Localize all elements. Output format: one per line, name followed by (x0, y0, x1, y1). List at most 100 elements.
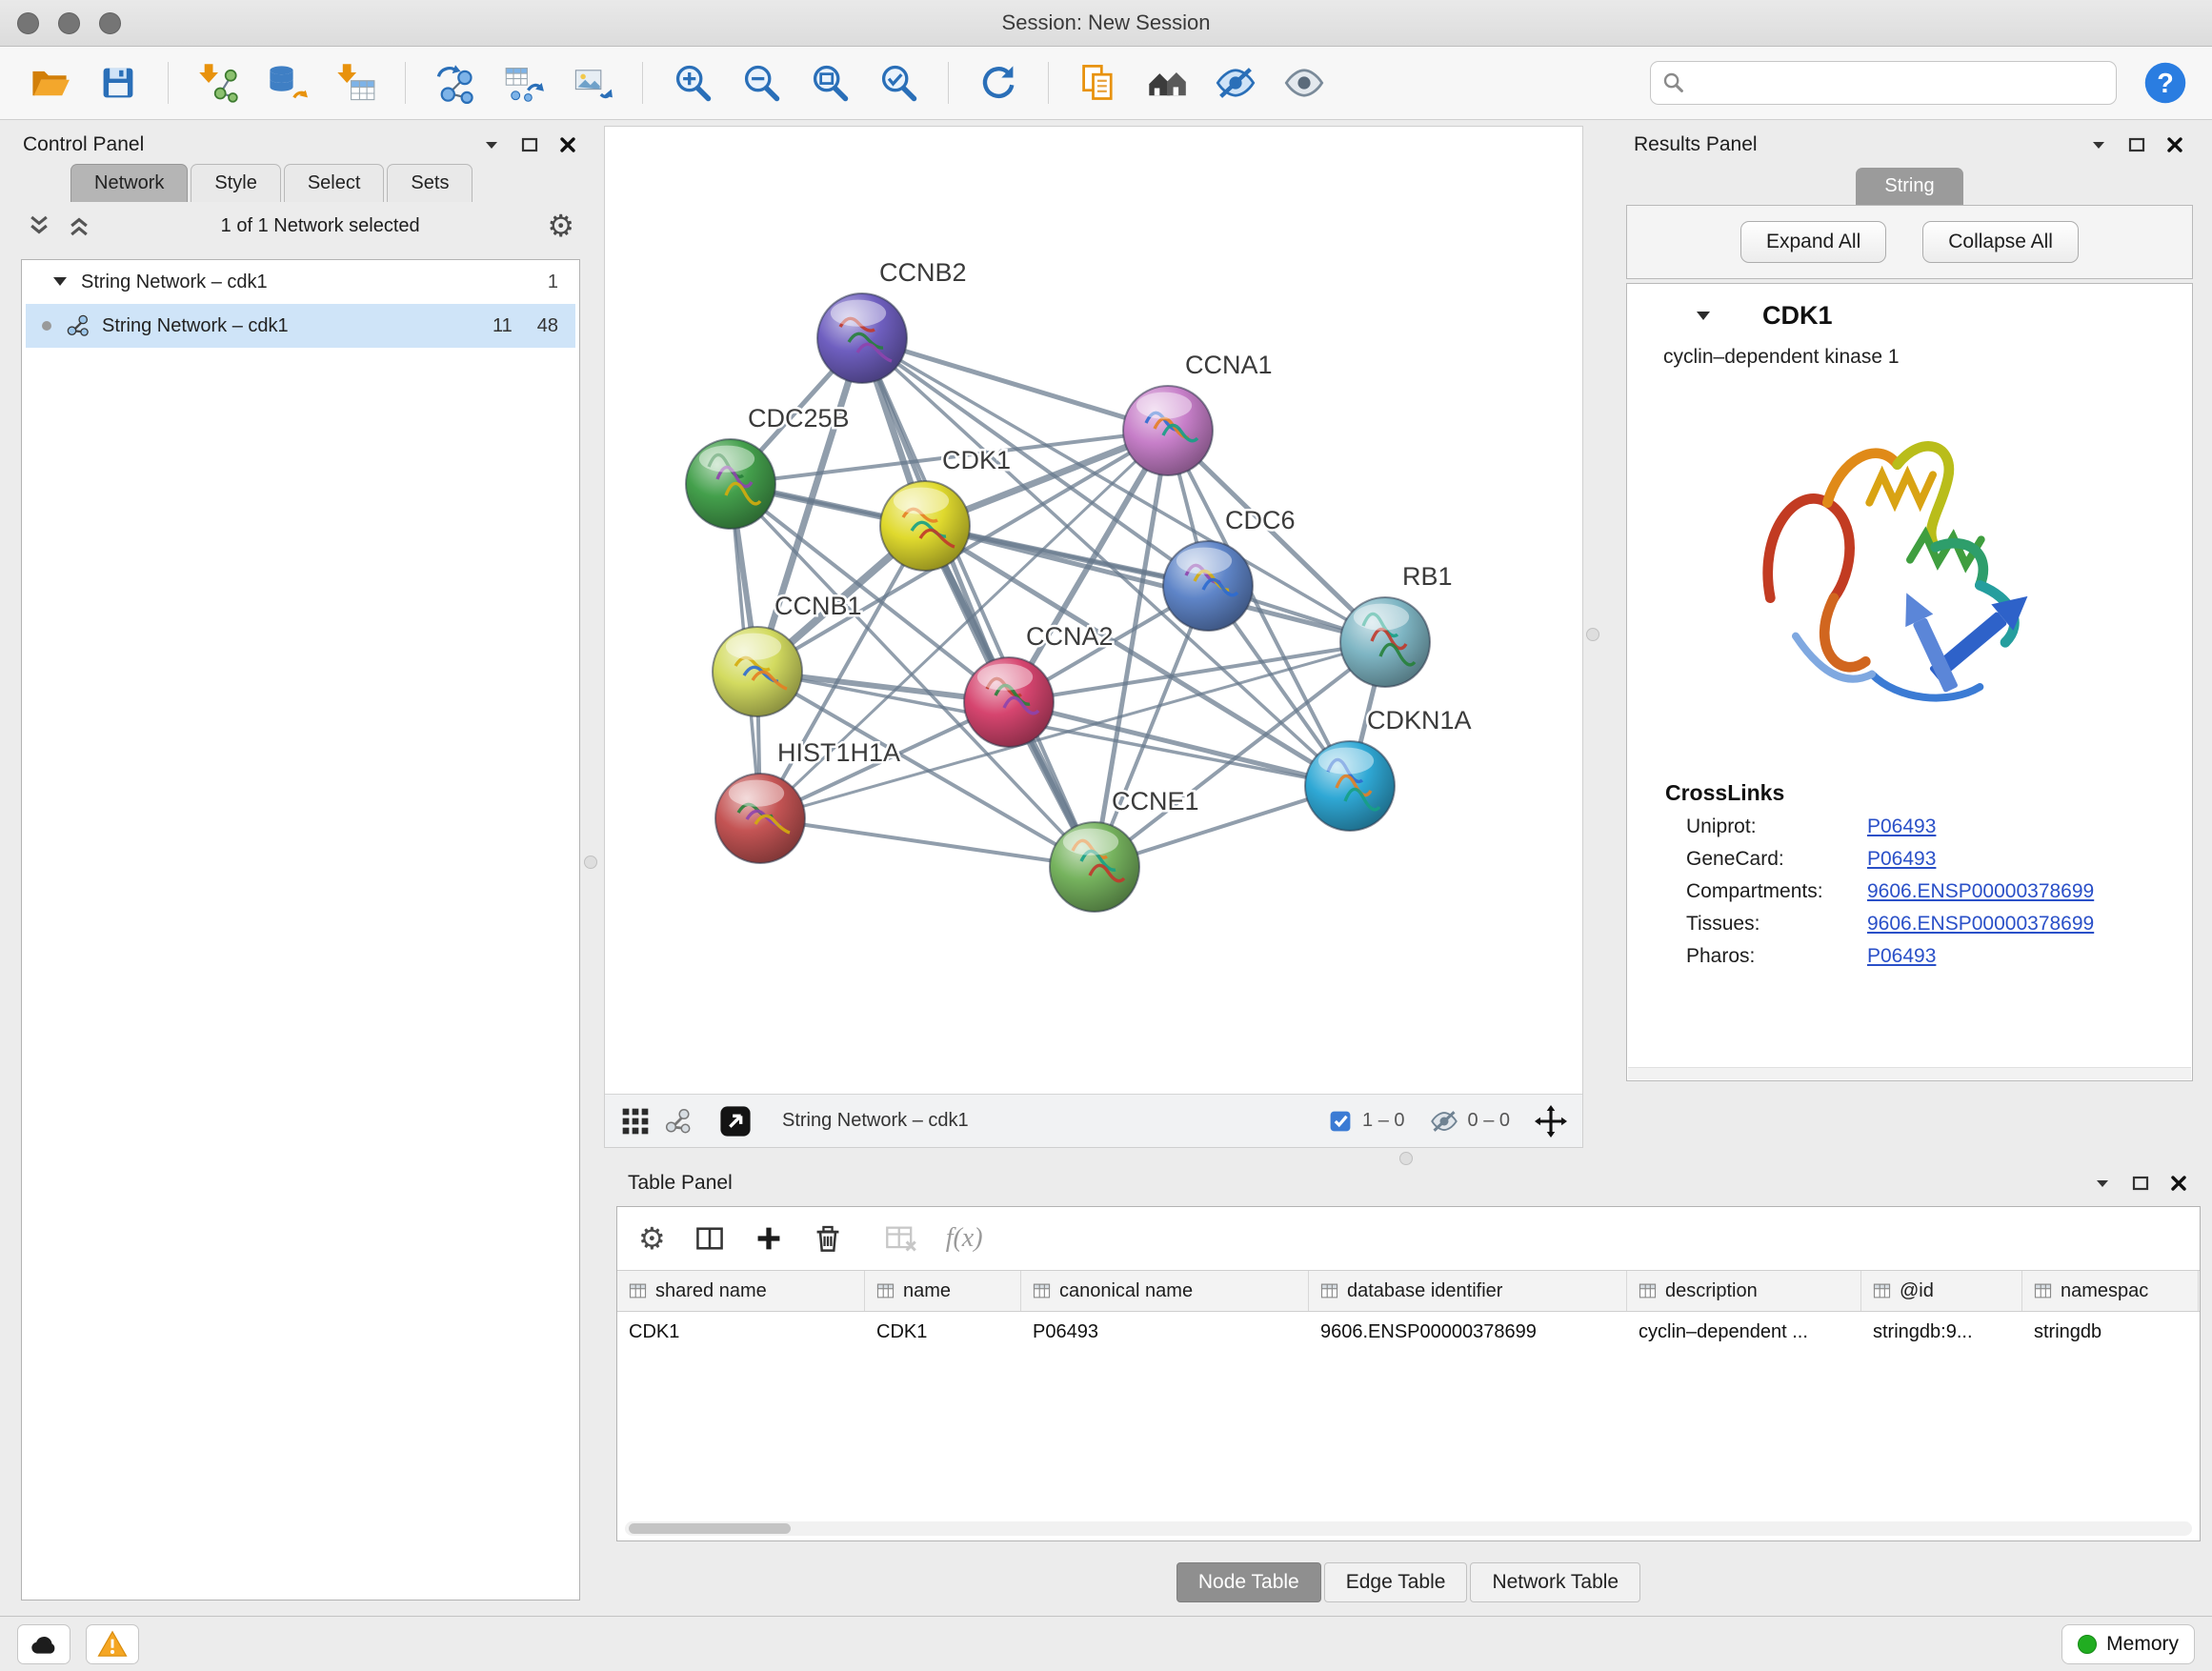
bottom-splitter-handle[interactable] (1399, 1152, 1413, 1165)
import-table-icon[interactable] (327, 54, 384, 111)
protein-structure-image (1627, 382, 2192, 763)
tab-edge-table[interactable]: Edge Table (1324, 1562, 1468, 1602)
column-header-canonical-name[interactable]: canonical name (1021, 1271, 1309, 1311)
warning-icon[interactable] (86, 1624, 139, 1664)
node-CCNB1[interactable]: CCNB1 (713, 592, 862, 716)
cloud-icon[interactable] (17, 1624, 70, 1664)
node-RB1[interactable]: RB1 (1340, 562, 1453, 687)
table-cell[interactable]: stringdb:9... (1861, 1312, 2022, 1352)
node-label: HIST1H1A (777, 738, 900, 767)
network-collection-row[interactable]: String Network – cdk1 1 (22, 260, 579, 304)
import-table-database-icon[interactable] (258, 54, 315, 111)
node-CDKN1A[interactable]: CDKN1A (1305, 706, 1472, 831)
network-edge[interactable] (862, 338, 1168, 431)
column-header-description[interactable]: description (1627, 1271, 1861, 1311)
results-scrollbar[interactable] (1628, 1067, 2191, 1079)
results-panel-float-icon[interactable] (2126, 134, 2147, 155)
crosslink-link[interactable]: 9606.ENSP00000378699 (1867, 913, 2094, 936)
network-edge[interactable] (862, 338, 1095, 867)
export-image-icon[interactable] (564, 54, 621, 111)
grid-view-icon[interactable] (620, 1106, 651, 1137)
crosslink-link[interactable]: P06493 (1867, 815, 1936, 838)
results-panel-collapse-icon[interactable] (2088, 134, 2109, 155)
help-button[interactable]: ? (2142, 58, 2191, 108)
collapse-all-button[interactable]: Collapse All (1922, 221, 2079, 263)
delete-column-icon[interactable] (813, 1223, 843, 1254)
results-panel-close-icon[interactable] (2164, 134, 2185, 155)
birdseye-view-button[interactable] (719, 1105, 752, 1137)
crosslink-link[interactable]: P06493 (1867, 848, 1936, 871)
column-header-namespac[interactable]: namespac (2022, 1271, 2199, 1311)
table-horizontal-scrollbar[interactable] (625, 1521, 2192, 1536)
pan-crosshair-icon[interactable] (1535, 1105, 1567, 1137)
hide-graphics-icon[interactable] (1207, 54, 1264, 111)
collapse-all-networks-icon[interactable] (67, 212, 93, 239)
column-label: namespac (2061, 1280, 2148, 1302)
network-row-selected[interactable]: String Network – cdk1 11 48 (26, 304, 575, 348)
clipboard-documents-icon[interactable] (1070, 54, 1127, 111)
zoom-out-icon[interactable] (733, 54, 790, 111)
network-from-table-icon[interactable] (495, 54, 553, 111)
expand-all-button[interactable]: Expand All (1740, 221, 1886, 263)
tab-node-table[interactable]: Node Table (1176, 1562, 1321, 1602)
section-caret-icon[interactable] (1694, 307, 1713, 326)
column-type-icon (1320, 1283, 1338, 1299)
tab-network-table[interactable]: Network Table (1470, 1562, 1640, 1602)
tab-sets[interactable]: Sets (387, 164, 473, 202)
table-row[interactable]: CDK1CDK1P064939606.ENSP00000378699cyclin… (617, 1312, 2200, 1352)
table-cell[interactable]: 9606.ENSP00000378699 (1309, 1312, 1627, 1352)
node-CCNE1[interactable]: CCNE1 (1050, 787, 1199, 912)
table-cell[interactable]: stringdb (2022, 1312, 2199, 1352)
save-session-icon[interactable] (90, 54, 147, 111)
network-edge[interactable] (760, 818, 1095, 867)
node-CCNA1[interactable]: CCNA1 (1123, 351, 1273, 475)
tree-expander-icon[interactable] (50, 272, 70, 292)
table-settings-gear-icon[interactable]: ⚙ (638, 1223, 666, 1254)
refresh-layout-icon[interactable] (970, 54, 1027, 111)
tab-network[interactable]: Network (70, 164, 188, 202)
show-columns-icon[interactable] (694, 1223, 725, 1254)
hidden-eye-icon (1430, 1107, 1458, 1136)
search-input[interactable] (1693, 71, 2104, 95)
node-HIST1H1A[interactable]: HIST1H1A (715, 738, 900, 863)
crosslink-row: GeneCard:P06493 (1627, 838, 2192, 871)
memory-button[interactable]: Memory (2061, 1624, 2195, 1664)
houses-icon[interactable] (1138, 54, 1196, 111)
function-builder-icon[interactable]: f(x) (946, 1223, 983, 1254)
network-edge[interactable] (925, 526, 1385, 642)
column-header-name[interactable]: name (865, 1271, 1021, 1311)
expand-all-networks-icon[interactable] (27, 212, 53, 239)
table-cell[interactable]: CDK1 (865, 1312, 1021, 1352)
left-splitter-handle[interactable] (584, 856, 597, 869)
show-graphics-icon[interactable] (1276, 54, 1333, 111)
control-panel-collapse-icon[interactable] (481, 134, 502, 155)
zoom-selected-icon[interactable] (870, 54, 927, 111)
table-panel-collapse-icon[interactable] (2092, 1173, 2113, 1194)
table-cell[interactable]: P06493 (1021, 1312, 1309, 1352)
column-header--id[interactable]: @id (1861, 1271, 2022, 1311)
open-session-icon[interactable] (21, 54, 78, 111)
network-canvas[interactable]: CCNB2 CCNA1 CDC25B CDK1 CDC6 RB1 (605, 127, 1582, 1094)
zoom-fit-icon[interactable] (801, 54, 858, 111)
import-network-icon[interactable] (190, 54, 247, 111)
right-splitter-handle[interactable] (1586, 628, 1599, 641)
tab-select[interactable]: Select (284, 164, 385, 202)
new-network-icon[interactable] (427, 54, 484, 111)
column-header-shared-name[interactable]: shared name (617, 1271, 865, 1311)
scrollbar-thumb[interactable] (629, 1523, 791, 1534)
zoom-in-icon[interactable] (664, 54, 721, 111)
control-panel-close-icon[interactable] (557, 134, 578, 155)
tab-style[interactable]: Style (191, 164, 280, 202)
table-panel-close-icon[interactable] (2168, 1173, 2189, 1194)
table-cell[interactable]: CDK1 (617, 1312, 865, 1352)
column-header-database-identifier[interactable]: database identifier (1309, 1271, 1627, 1311)
crosslink-link[interactable]: 9606.ENSP00000378699 (1867, 880, 2094, 903)
control-panel-float-icon[interactable] (519, 134, 540, 155)
table-cell[interactable]: cyclin–dependent ... (1627, 1312, 1861, 1352)
crosslink-link[interactable]: P06493 (1867, 945, 1936, 968)
add-column-icon[interactable] (754, 1223, 784, 1254)
tab-string[interactable]: String (1856, 168, 1962, 205)
table-panel-float-icon[interactable] (2130, 1173, 2151, 1194)
network-options-gear-icon[interactable]: ⚙ (547, 211, 574, 241)
network-share-icon[interactable] (664, 1107, 693, 1136)
